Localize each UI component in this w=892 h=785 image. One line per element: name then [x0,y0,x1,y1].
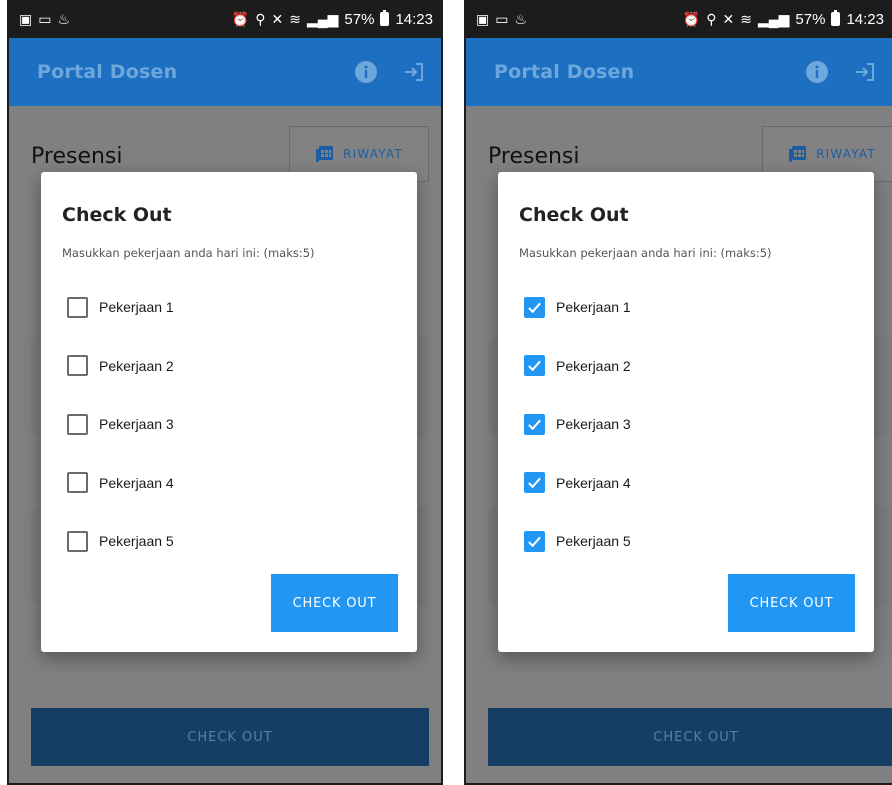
phone-screen-checked: ▣ ▭ ♨ ⏰ ⚲ ✕ ≋ ▂▄▆ 57% 14:23 Portal Dosen… [464,0,892,785]
app-title: Portal Dosen [494,61,635,83]
app-bar: Portal Dosen [9,38,441,106]
checkmark-icon [528,419,541,430]
phone-screen-unchecked: ▣ ▭ ♨ ⏰ ⚲ ✕ ≋ ▂▄▆ 57% 14:23 Portal Dosen… [7,0,443,785]
task-label: Pekerjaan 3 [99,416,174,433]
task-label: Pekerjaan 3 [556,416,631,433]
task-label: Pekerjaan 1 [556,299,631,316]
page-title: Presensi [488,144,580,169]
check-out-button[interactable]: CHECK OUT [488,708,892,766]
task-item[interactable]: Pekerjaan 1 [67,278,174,337]
wifi-icon: ≋ [740,11,752,27]
screen-notification-icon: ▭ [495,11,509,27]
dialog-subtitle: Masukkan pekerjaan anda hari ini: (maks:… [62,246,315,260]
task-item[interactable]: Pekerjaan 4 [524,454,631,513]
checkbox[interactable] [67,472,88,494]
battery-icon [831,10,841,26]
checkbox[interactable] [67,530,88,552]
app-notification-icon: ♨ [57,11,71,27]
task-item[interactable]: Pekerjaan 1 [524,278,631,337]
task-item[interactable]: Pekerjaan 3 [67,395,174,454]
checkmark-icon [528,477,541,489]
check-out-button[interactable]: CHECK OUT [31,708,429,766]
wifi-icon: ≋ [289,11,301,27]
dialog-title: Check Out [62,204,172,226]
clock: 14:23 [846,10,884,28]
app-title: Portal Dosen [37,61,178,83]
app-bar: Portal Dosen [466,38,892,106]
checkbox[interactable] [67,413,88,435]
task-label: Pekerjaan 2 [556,357,631,374]
logout-icon[interactable] [852,59,878,85]
checkbox-checked[interactable] [524,296,545,318]
signal-icon: ▂▄▆ [757,11,790,27]
riwayat-label: RIWAYAT [816,147,876,161]
dialog-title: Check Out [519,204,629,226]
logout-icon[interactable] [401,59,427,85]
calendar-table-icon [315,143,335,166]
checkmark-icon [528,302,541,313]
task-item[interactable]: Pekerjaan 2 [67,337,174,396]
gallery-notification-icon: ▣ [476,11,490,27]
screen-notification-icon: ▭ [38,11,52,27]
checkout-dialog: Check Out Masukkan pekerjaan anda hari i… [41,172,417,652]
clock: 14:23 [395,10,433,28]
battery-percent: 57% [795,10,826,28]
status-bar: ▣ ▭ ♨ ⏰ ⚲ ✕ ≋ ▂▄▆ 57% 14:23 [9,0,441,38]
alarm-icon: ⏰ [231,11,250,27]
task-list: Pekerjaan 1 Pekerjaan 2 Pekerjaan 3 Peke… [67,278,174,571]
location-icon: ⚲ [255,11,266,27]
task-list: Pekerjaan 1 Pekerjaan 2 Pekerjaan 3 Peke… [524,278,631,571]
task-label: Pekerjaan 4 [99,474,174,491]
signal-icon: ▂▄▆ [306,11,339,27]
task-label: Pekerjaan 5 [556,533,631,550]
checkbox[interactable] [67,355,88,377]
checkmark-icon [528,360,541,372]
task-label: Pekerjaan 1 [99,299,174,316]
task-label: Pekerjaan 5 [99,533,174,550]
mute-icon: ✕ [722,11,735,27]
dialog-check-out-button[interactable]: CHECK OUT [728,574,855,632]
dialog-subtitle: Masukkan pekerjaan anda hari ini: (maks:… [519,246,772,260]
checkbox-checked[interactable] [524,472,545,494]
task-item[interactable]: Pekerjaan 4 [67,454,174,513]
task-label: Pekerjaan 2 [99,357,174,374]
location-icon: ⚲ [706,11,717,27]
checkbox-checked[interactable] [524,530,545,552]
checkbox-checked[interactable] [524,355,545,377]
riwayat-label: RIWAYAT [343,147,403,161]
dialog-check-out-button[interactable]: CHECK OUT [271,574,398,632]
battery-icon [380,10,390,26]
checkmark-icon [528,536,541,547]
calendar-table-icon [788,143,808,166]
task-item[interactable]: Pekerjaan 5 [524,512,631,571]
battery-percent: 57% [344,10,375,28]
task-item[interactable]: Pekerjaan 2 [524,337,631,396]
alarm-icon: ⏰ [682,11,701,27]
info-icon[interactable] [353,59,379,85]
gallery-notification-icon: ▣ [19,11,33,27]
app-notification-icon: ♨ [514,11,528,27]
task-item[interactable]: Pekerjaan 3 [524,395,631,454]
checkout-dialog: Check Out Masukkan pekerjaan anda hari i… [498,172,874,652]
info-icon[interactable] [804,59,830,85]
task-item[interactable]: Pekerjaan 5 [67,512,174,571]
status-bar: ▣ ▭ ♨ ⏰ ⚲ ✕ ≋ ▂▄▆ 57% 14:23 [466,0,892,38]
page-title: Presensi [31,144,123,169]
checkbox-checked[interactable] [524,413,545,435]
mute-icon: ✕ [271,11,284,27]
checkbox[interactable] [67,296,88,318]
task-label: Pekerjaan 4 [556,474,631,491]
